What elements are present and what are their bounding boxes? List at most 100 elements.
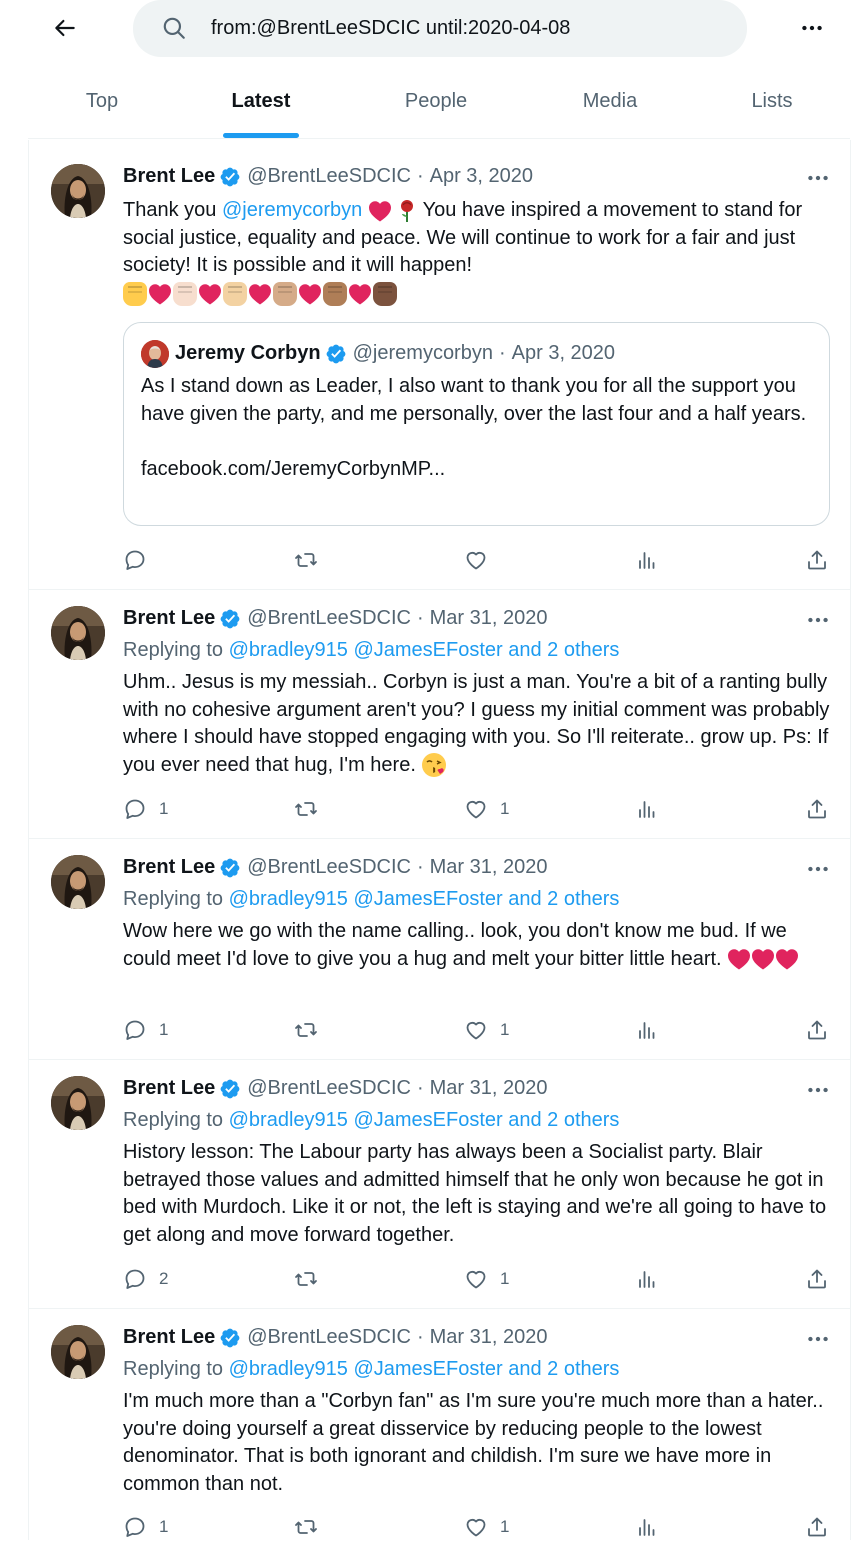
tab-label: People xyxy=(404,90,468,112)
like-button[interactable] xyxy=(464,545,500,575)
views-button[interactable] xyxy=(635,1512,659,1542)
search-input[interactable] xyxy=(211,0,731,57)
author-handle[interactable]: @BrentLeeSDCIC xyxy=(247,856,411,879)
author-name[interactable]: Brent Lee xyxy=(123,1077,215,1100)
retweet-button[interactable] xyxy=(294,1512,318,1542)
retweet-icon xyxy=(294,1267,318,1291)
reply-button[interactable]: 1 xyxy=(123,794,168,824)
quoted-tweet[interactable]: Jeremy Corbyn @jeremycorbyn · Apr 3, 202… xyxy=(123,322,830,526)
tweet-more-button[interactable] xyxy=(803,1327,833,1351)
like-icon xyxy=(464,1018,488,1042)
tab-top[interactable]: Top xyxy=(28,62,176,138)
quoted-avatar xyxy=(141,340,169,368)
views-button[interactable] xyxy=(635,794,659,824)
views-button[interactable] xyxy=(635,545,659,575)
quoted-link-text: facebook.com/JeremyCorbynMP... xyxy=(141,457,446,480)
red-heart-emoji-icon xyxy=(148,283,172,305)
share-button[interactable] xyxy=(805,1015,829,1045)
replying-to-users[interactable]: @bradley915 @JamesEFoster and 2 others xyxy=(229,639,620,661)
raised-fist-emoji-icon xyxy=(373,281,397,306)
retweet-button[interactable] xyxy=(294,545,318,575)
author-handle[interactable]: @BrentLeeSDCIC xyxy=(247,165,411,188)
tweet[interactable]: Brent Lee @BrentLeeSDCIC · Mar 31, 2020 … xyxy=(28,839,850,1060)
reply-button[interactable]: 1 xyxy=(123,1512,168,1542)
tweet-date[interactable]: Mar 31, 2020 xyxy=(430,856,548,879)
tab-latest[interactable]: Latest xyxy=(176,62,346,138)
mention-link[interactable]: @jeremycorbyn xyxy=(222,199,362,221)
search-box[interactable] xyxy=(133,0,747,57)
like-icon xyxy=(464,548,488,572)
reply-icon xyxy=(123,548,147,572)
retweet-button[interactable] xyxy=(294,1015,318,1045)
tweet-more-button[interactable] xyxy=(803,166,833,190)
author-name[interactable]: Brent Lee xyxy=(123,607,215,630)
reply-button[interactable]: 2 xyxy=(123,1264,168,1294)
more-icon xyxy=(805,1326,831,1352)
share-button[interactable] xyxy=(805,1512,829,1542)
share-button[interactable] xyxy=(805,794,829,824)
red-heart-emoji-icon xyxy=(198,283,222,305)
verified-badge-icon xyxy=(219,166,241,188)
more-options-button[interactable] xyxy=(792,10,832,46)
tweet-date[interactable]: Mar 31, 2020 xyxy=(430,1077,548,1100)
author-handle[interactable]: @BrentLeeSDCIC xyxy=(247,1077,411,1100)
more-icon xyxy=(805,607,831,633)
avatar[interactable] xyxy=(51,606,105,660)
tweet-date[interactable]: Mar 31, 2020 xyxy=(430,1326,548,1349)
like-button[interactable]: 1 xyxy=(464,1015,509,1045)
tab-lists[interactable]: Lists xyxy=(694,62,850,138)
like-button[interactable]: 1 xyxy=(464,1264,509,1294)
retweet-button[interactable] xyxy=(294,1264,318,1294)
tweet[interactable]: Brent Lee @BrentLeeSDCIC · Mar 31, 2020 … xyxy=(28,590,850,839)
like-count: 1 xyxy=(500,799,510,818)
reply-button[interactable]: 1 xyxy=(123,1015,168,1045)
tab-people[interactable]: People xyxy=(346,62,526,138)
back-button[interactable] xyxy=(47,10,83,46)
more-icon xyxy=(799,15,825,41)
share-icon xyxy=(805,797,829,821)
like-button[interactable]: 1 xyxy=(464,794,509,824)
avatar[interactable] xyxy=(51,855,105,909)
avatar[interactable] xyxy=(51,1325,105,1379)
views-icon xyxy=(635,797,659,821)
more-icon xyxy=(805,165,831,191)
replying-to-users[interactable]: @bradley915 @JamesEFoster and 2 others xyxy=(229,888,620,910)
author-name[interactable]: Brent Lee xyxy=(123,856,215,879)
tweet[interactable]: Brent Lee @BrentLeeSDCIC · Mar 31, 2020 … xyxy=(28,1060,850,1309)
tab-media[interactable]: Media xyxy=(526,62,694,138)
tweet-more-button[interactable] xyxy=(803,857,833,881)
author-handle[interactable]: @BrentLeeSDCIC xyxy=(247,607,411,630)
views-button[interactable] xyxy=(635,1015,659,1045)
avatar[interactable] xyxy=(51,1076,105,1130)
retweet-button[interactable] xyxy=(294,794,318,824)
raised-fist-emoji-icon xyxy=(173,281,197,306)
separator-dot: · xyxy=(416,165,424,187)
tweet[interactable]: Brent Lee @BrentLeeSDCIC · Apr 3, 2020 T… xyxy=(28,148,850,590)
tweet-more-button[interactable] xyxy=(803,608,833,632)
tweet-date[interactable]: Mar 31, 2020 xyxy=(430,607,548,630)
share-icon xyxy=(805,1515,829,1539)
tweet-more-button[interactable] xyxy=(803,1078,833,1102)
share-button[interactable] xyxy=(805,1264,829,1294)
author-name[interactable]: Brent Lee xyxy=(123,165,215,188)
tweet-date[interactable]: Apr 3, 2020 xyxy=(430,165,533,188)
tweet[interactable]: Brent Lee @BrentLeeSDCIC · Mar 31, 2020 … xyxy=(28,1309,850,1540)
tweet-actions: 1 1 xyxy=(123,1512,843,1542)
share-button[interactable] xyxy=(805,545,829,575)
separator-dot: · xyxy=(416,1326,424,1348)
search-icon xyxy=(163,17,185,39)
views-button[interactable] xyxy=(635,1264,659,1294)
like-button[interactable]: 1 xyxy=(464,1512,509,1542)
views-icon xyxy=(635,1018,659,1042)
tab-label: Lists xyxy=(751,90,793,112)
tweet-actions: 1 1 xyxy=(123,1015,843,1045)
avatar[interactable] xyxy=(51,164,105,218)
author-handle[interactable]: @BrentLeeSDCIC xyxy=(247,1326,411,1349)
more-icon xyxy=(805,856,831,882)
reply-button[interactable] xyxy=(123,545,159,575)
reply-icon xyxy=(123,797,147,821)
author-name[interactable]: Brent Lee xyxy=(123,1326,215,1349)
replying-to: Replying to @bradley915 @JamesEFoster an… xyxy=(123,1109,619,1132)
replying-to-users[interactable]: @bradley915 @JamesEFoster and 2 others xyxy=(229,1358,620,1380)
replying-to-users[interactable]: @bradley915 @JamesEFoster and 2 others xyxy=(229,1109,620,1131)
